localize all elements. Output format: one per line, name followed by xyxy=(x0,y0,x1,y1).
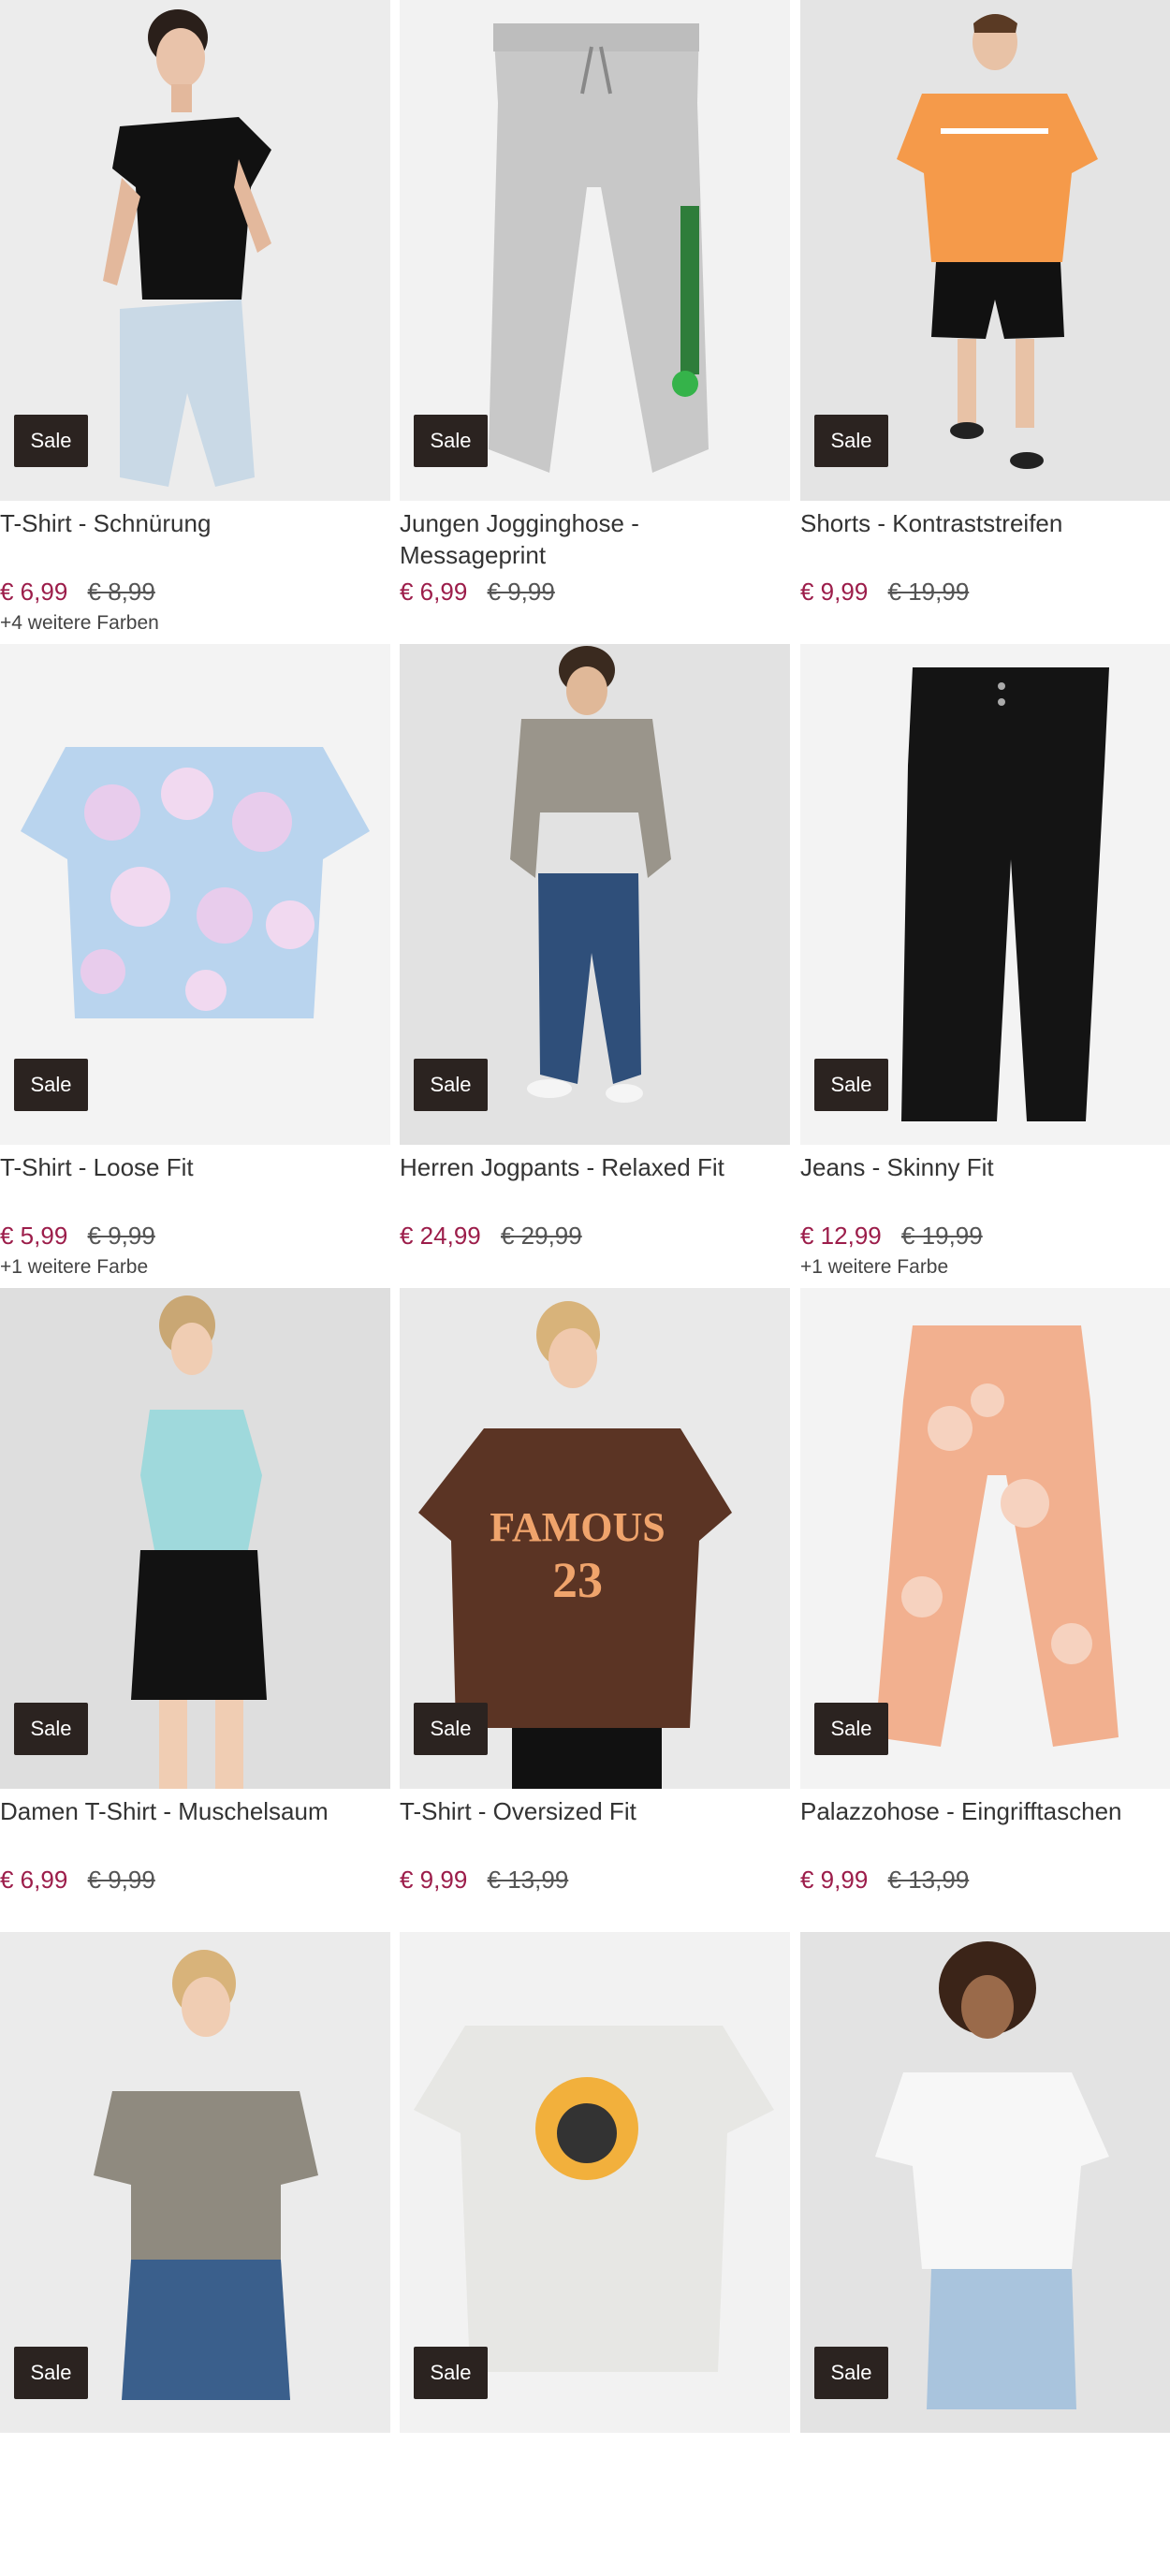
product-card[interactable]: Sale Damen T-Shirt - Muschelsaum € 6,99 … xyxy=(0,1288,390,1932)
old-price: € 29,99 xyxy=(500,1222,582,1250)
product-price: € 24,99 € 29,99 xyxy=(400,1220,582,1251)
product-image[interactable]: Sale xyxy=(0,644,390,1145)
sale-badge: Sale xyxy=(814,2347,888,2399)
product-image[interactable]: Sale xyxy=(400,644,790,1145)
sale-badge: Sale xyxy=(14,415,88,467)
sale-badge: Sale xyxy=(14,1059,88,1111)
sale-badge: Sale xyxy=(814,415,888,467)
product-title[interactable]: Shorts - Kontraststreifen xyxy=(800,507,1170,539)
old-price: € 9,99 xyxy=(487,578,555,606)
product-title[interactable]: Herren Jogpants - Relaxed Fit xyxy=(400,1151,783,1183)
current-price: € 6,99 xyxy=(400,578,468,606)
current-price: € 6,99 xyxy=(0,1866,68,1894)
current-price: € 9,99 xyxy=(400,1866,468,1894)
product-card[interactable]: Sale Herren Jogpants - Relaxed Fit € 24,… xyxy=(400,644,790,1288)
more-colors[interactable]: +4 weitere Farben xyxy=(0,612,159,635)
product-price: € 6,99 € 9,99 xyxy=(400,576,555,607)
sale-badge: Sale xyxy=(14,2347,88,2399)
current-price: € 9,99 xyxy=(800,578,869,606)
product-card[interactable]: Sale Shorts - Kontraststreifen € 9,99 € … xyxy=(800,0,1170,644)
product-price: € 5,99 € 9,99 xyxy=(0,1220,155,1251)
sale-badge: Sale xyxy=(414,2347,488,2399)
product-title[interactable]: T-Shirt - Loose Fit xyxy=(0,1151,384,1183)
product-image[interactable]: Sale xyxy=(0,0,390,501)
current-price: € 24,99 xyxy=(400,1222,481,1250)
current-price: € 6,99 xyxy=(0,578,68,606)
product-title[interactable]: Jeans - Skinny Fit xyxy=(800,1151,1170,1183)
product-price: € 6,99 € 8,99 xyxy=(0,576,155,607)
old-price: € 8,99 xyxy=(87,578,155,606)
sale-badge: Sale xyxy=(14,1703,88,1755)
product-card[interactable]: Sale T-Shirt - Schnürung € 6,99 € 8,99 +… xyxy=(0,0,390,644)
more-colors[interactable]: +1 weitere Farbe xyxy=(0,1256,148,1279)
more-colors[interactable]: +1 weitere Farbe xyxy=(800,1256,948,1279)
sale-badge: Sale xyxy=(414,1059,488,1111)
sale-badge: Sale xyxy=(414,415,488,467)
product-image[interactable]: Sale xyxy=(0,1288,390,1789)
product-image[interactable]: Sale xyxy=(400,1932,790,2433)
product-price: € 9,99 € 13,99 xyxy=(800,1864,969,1895)
product-image[interactable]: Sale xyxy=(400,0,790,501)
old-price: € 19,99 xyxy=(887,578,970,606)
product-card[interactable]: Sale xyxy=(0,1932,390,2576)
product-card[interactable]: Sale Jungen Jogginghose - Messageprint €… xyxy=(400,0,790,644)
current-price: € 12,99 xyxy=(800,1222,882,1250)
product-card[interactable]: Sale Palazzohose - Eingrifftaschen € 9,9… xyxy=(800,1288,1170,1932)
product-image[interactable]: FAMOUS 23 Sale xyxy=(400,1288,790,1789)
product-title[interactable]: Jungen Jogginghose - Messageprint xyxy=(400,507,783,571)
product-image[interactable]: Sale xyxy=(800,0,1170,501)
old-price: € 13,99 xyxy=(487,1866,569,1894)
old-price: € 19,99 xyxy=(900,1222,983,1250)
sale-badge: Sale xyxy=(814,1059,888,1111)
product-image[interactable]: Sale xyxy=(800,644,1170,1145)
product-image[interactable]: Sale xyxy=(800,1288,1170,1789)
svg-text:23: 23 xyxy=(552,1552,603,1608)
product-price: € 9,99 € 13,99 xyxy=(400,1864,568,1895)
old-price: € 9,99 xyxy=(87,1222,155,1250)
old-price: € 13,99 xyxy=(887,1866,970,1894)
product-title[interactable]: T-Shirt - Oversized Fit xyxy=(400,1795,783,1827)
product-price: € 9,99 € 19,99 xyxy=(800,576,969,607)
old-price: € 9,99 xyxy=(87,1866,155,1894)
product-card[interactable]: Sale xyxy=(800,1932,1170,2576)
product-image[interactable]: Sale xyxy=(800,1932,1170,2433)
product-title[interactable]: T-Shirt - Schnürung xyxy=(0,507,384,539)
product-price: € 6,99 € 9,99 xyxy=(0,1864,155,1895)
product-card[interactable]: Sale xyxy=(400,1932,790,2576)
product-image[interactable]: Sale xyxy=(0,1932,390,2433)
product-price: € 12,99 € 19,99 xyxy=(800,1220,983,1251)
sale-badge: Sale xyxy=(814,1703,888,1755)
product-card[interactable]: Sale T-Shirt - Loose Fit € 5,99 € 9,99 +… xyxy=(0,644,390,1288)
sale-badge: Sale xyxy=(414,1703,488,1755)
product-card[interactable]: Sale Jeans - Skinny Fit € 12,99 € 19,99 … xyxy=(800,644,1170,1288)
current-price: € 5,99 xyxy=(0,1222,68,1250)
current-price: € 9,99 xyxy=(800,1866,869,1894)
svg-text:FAMOUS: FAMOUS xyxy=(490,1504,665,1550)
product-card[interactable]: FAMOUS 23 Sale T-Shirt - Oversized Fit €… xyxy=(400,1288,790,1932)
product-title[interactable]: Damen T-Shirt - Muschelsaum xyxy=(0,1795,384,1827)
product-title[interactable]: Palazzohose - Eingrifftaschen xyxy=(800,1795,1170,1827)
